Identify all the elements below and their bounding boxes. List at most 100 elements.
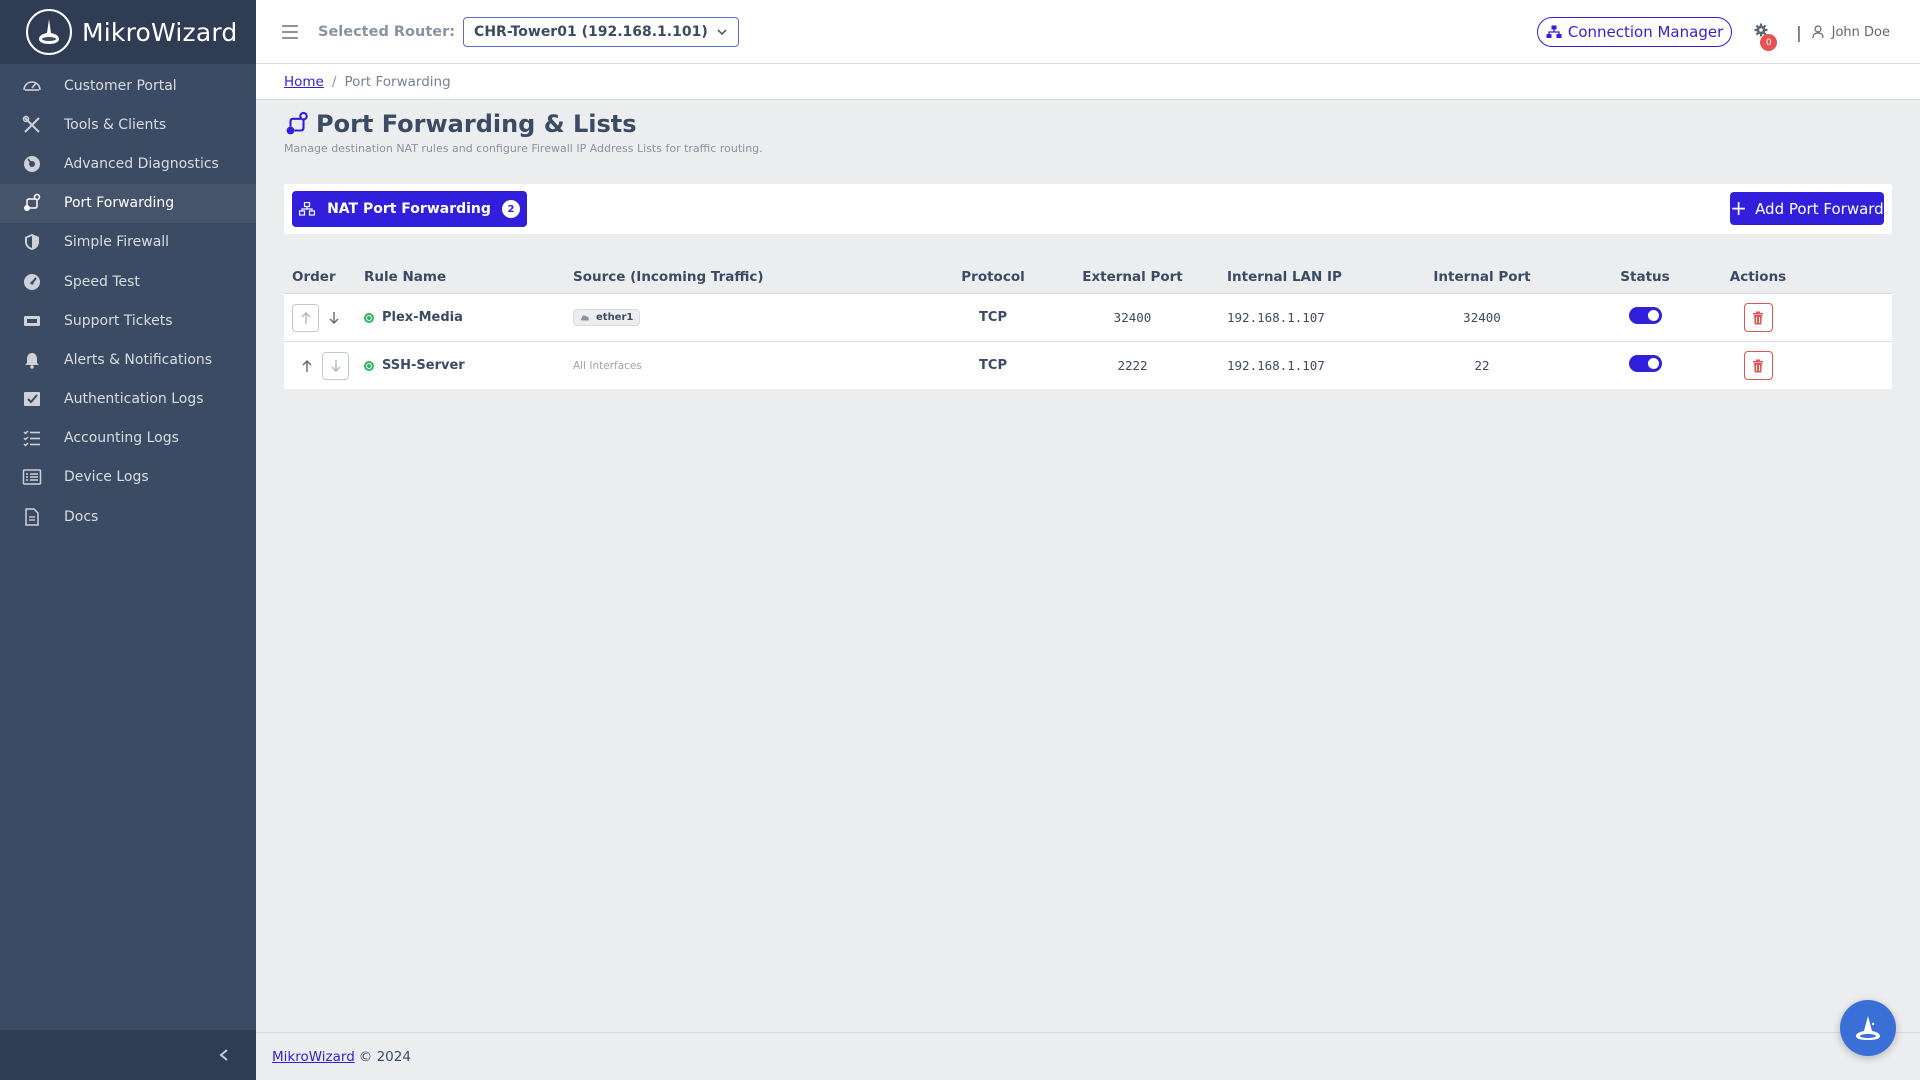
enable-toggle[interactable] [1628, 355, 1662, 372]
header: Selected Router: CHR-Tower01 (192.168.1.… [256, 0, 1920, 64]
router-select-value: CHR-Tower01 (192.168.1.101) [474, 23, 708, 40]
sidebar-item-docs[interactable]: Docs [0, 497, 256, 536]
external-port-cell: 2222 [1117, 358, 1148, 373]
page-subtitle: Manage destination NAT rules and configu… [284, 142, 763, 155]
sidebar-item-label: Tools & Clients [64, 116, 167, 133]
footer: MikroWizard © 2024 [256, 1032, 1920, 1080]
delete-button[interactable] [1743, 303, 1773, 332]
user-menu[interactable]: John Doe [1812, 25, 1890, 40]
settings-button[interactable]: 0 [1754, 22, 1778, 51]
rule-name-cell: SSH-Server [364, 358, 573, 373]
user-name: John Doe [1831, 24, 1890, 40]
add-port-forward-button[interactable]: + Add Port Forward [1730, 192, 1884, 225]
table-header: Order Rule Name Source (Incoming Traffic… [284, 260, 1892, 293]
sidebar-item-label: Support Tickets [64, 312, 173, 329]
user-icon [1812, 25, 1824, 39]
sidebar-item-alerts-notifications[interactable]: Alerts & Notifications [0, 340, 256, 379]
sidebar-item-speed-test[interactable]: Speed Test [0, 262, 256, 301]
sidebar: MikroWizard Customer Portal Tools & Clie… [0, 0, 256, 1080]
sidebar-item-label: Customer Portal [64, 77, 177, 94]
sidebar-item-authentication-logs[interactable]: Authentication Logs [0, 380, 256, 419]
speedometer-icon [20, 74, 44, 98]
col-external-port: External Port [1082, 268, 1183, 285]
sidebar-item-label: Alerts & Notifications [64, 351, 213, 368]
source-cell: All Interfaces [573, 359, 642, 372]
sidebar-item-label: Advanced Diagnostics [64, 155, 219, 172]
actions-cell [1708, 351, 1808, 380]
col-source: Source (Incoming Traffic) [573, 268, 764, 285]
status-cell [1582, 355, 1708, 376]
plus-icon: + [1730, 195, 1748, 220]
interface-name: ether1 [596, 312, 634, 323]
sidebar-item-label: Authentication Logs [64, 391, 204, 408]
breadcrumb-current: Port Forwarding [344, 73, 451, 90]
sidebar-item-device-logs[interactable]: Device Logs [0, 458, 256, 497]
move-up-button[interactable] [292, 303, 319, 332]
menu-toggle-button[interactable] [280, 22, 300, 42]
trash-icon [1753, 311, 1763, 324]
sidebar-item-simple-firewall[interactable]: Simple Firewall [0, 223, 256, 262]
enable-toggle[interactable] [1628, 307, 1662, 324]
cloud-icon [580, 315, 589, 321]
wizard-hat-logo-icon [26, 9, 72, 55]
route-icon [20, 191, 44, 215]
rule-name: SSH-Server [382, 358, 465, 373]
internal-port-cell: 22 [1474, 358, 1490, 373]
sidebar-item-advanced-diagnostics[interactable]: Advanced Diagnostics [0, 144, 256, 183]
tab-nat-port-forwarding[interactable]: NAT Port Forwarding 2 [292, 191, 527, 227]
sidebar-item-customer-portal[interactable]: Customer Portal [0, 66, 256, 105]
sidebar-item-accounting-logs[interactable]: Accounting Logs [0, 419, 256, 458]
document-icon [20, 505, 44, 529]
sidebar-item-tools-clients[interactable]: Tools & Clients [0, 105, 256, 144]
arrow-down-icon [331, 359, 340, 372]
arrow-down-icon [329, 311, 339, 324]
breadcrumb-separator: / [331, 73, 337, 90]
col-rule-name: Rule Name [364, 268, 447, 285]
add-port-forward-label: Add Port Forward [1755, 199, 1884, 218]
internal-ip-cell: 192.168.1.107 [1227, 358, 1325, 373]
chevron-left-icon [219, 1049, 228, 1061]
sidebar-item-label: Speed Test [64, 273, 140, 290]
wizard-assistant-button[interactable] [1840, 1000, 1896, 1056]
brand[interactable]: MikroWizard [0, 0, 256, 64]
tab-bar: NAT Port Forwarding 2 + Add Port Forward [284, 184, 1892, 234]
connection-manager-button[interactable]: Connection Manager [1536, 17, 1733, 47]
breadcrumb: Home / Port Forwarding [256, 64, 1920, 100]
sidebar-collapse-button[interactable] [0, 1030, 256, 1080]
route-icon [286, 111, 308, 135]
sidebar-item-support-tickets[interactable]: Support Tickets [0, 301, 256, 340]
header-actions: Connection Manager 0 | John Doe [1536, 0, 1920, 64]
sidebar-item-port-forwarding[interactable]: Port Forwarding [0, 183, 256, 223]
network-icon [299, 202, 316, 216]
actions-cell [1708, 303, 1808, 332]
port-forward-table: Order Rule Name Source (Incoming Traffic… [284, 260, 1892, 389]
col-internal-port: Internal Port [1433, 268, 1531, 285]
diagnostics-icon [20, 152, 44, 176]
rule-name-cell: Plex-Media [364, 310, 573, 325]
status-cell [1582, 307, 1708, 328]
breadcrumb-home-link[interactable]: Home [284, 74, 324, 90]
internal-ip-cell: 192.168.1.107 [1227, 310, 1325, 325]
notification-badge: 0 [1760, 34, 1778, 51]
internal-port-cell: 32400 [1463, 310, 1501, 325]
brand-name: MikroWizard [82, 17, 238, 47]
table-row: Plex-Media ether1 TCP 32400 192.168.1.10… [284, 293, 1892, 341]
footer-brand-link[interactable]: MikroWizard [272, 1049, 355, 1065]
move-down-button[interactable] [322, 351, 349, 380]
wizard-hat-icon [1856, 1016, 1880, 1040]
sidebar-item-label: Simple Firewall [64, 234, 170, 251]
header-divider: | [1796, 22, 1802, 42]
page-title: Port Forwarding & Lists [284, 110, 637, 138]
trash-icon [1753, 359, 1763, 372]
order-controls [284, 303, 364, 332]
table-row: SSH-Server All Interfaces TCP 2222 192.1… [284, 341, 1892, 389]
move-up-button[interactable] [292, 352, 322, 380]
delete-button[interactable] [1743, 351, 1773, 380]
status-dot-icon [364, 360, 374, 371]
connection-manager-label: Connection Manager [1567, 23, 1724, 41]
status-dot-icon [364, 312, 374, 323]
router-select[interactable]: CHR-Tower01 (192.168.1.101) [463, 16, 739, 47]
move-down-button[interactable] [319, 304, 349, 332]
rule-name: Plex-Media [382, 310, 463, 325]
sidebar-item-label: Device Logs [64, 469, 149, 486]
